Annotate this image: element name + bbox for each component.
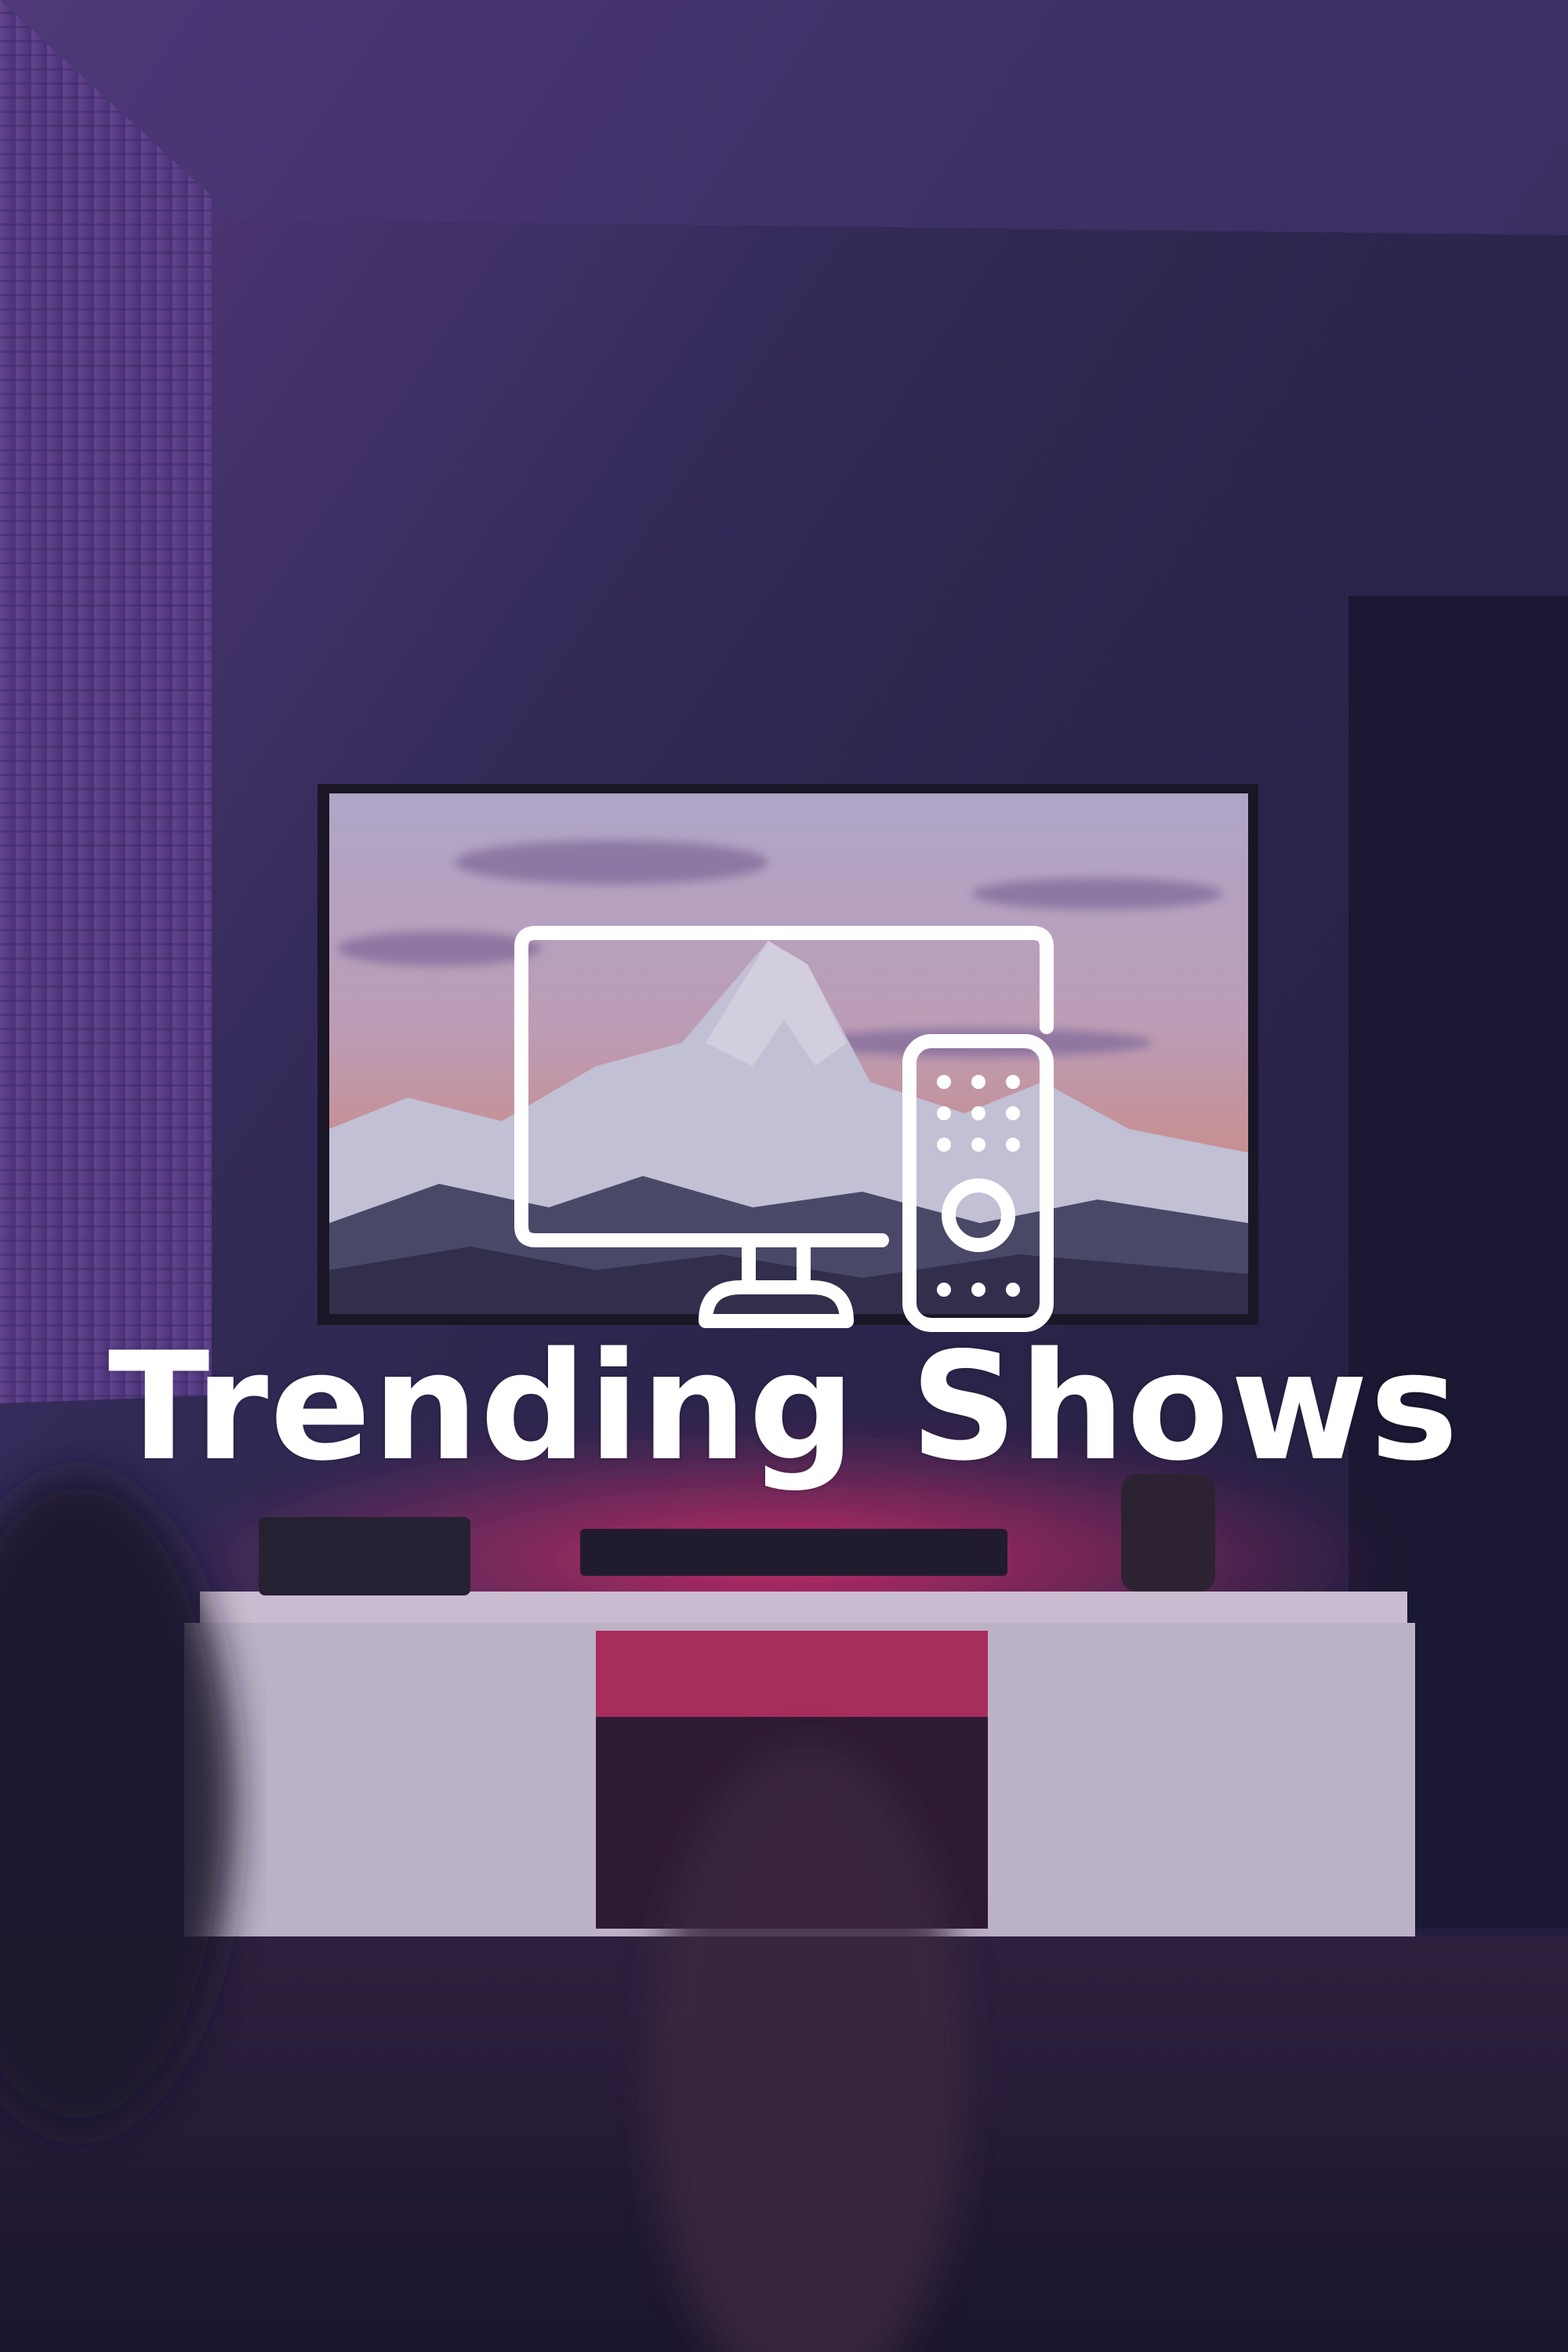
page-title: Trending Shows xyxy=(107,1320,1461,1494)
tv-with-remote-icon xyxy=(514,926,1054,1332)
title-overlay: Trending Shows xyxy=(0,0,1568,2352)
